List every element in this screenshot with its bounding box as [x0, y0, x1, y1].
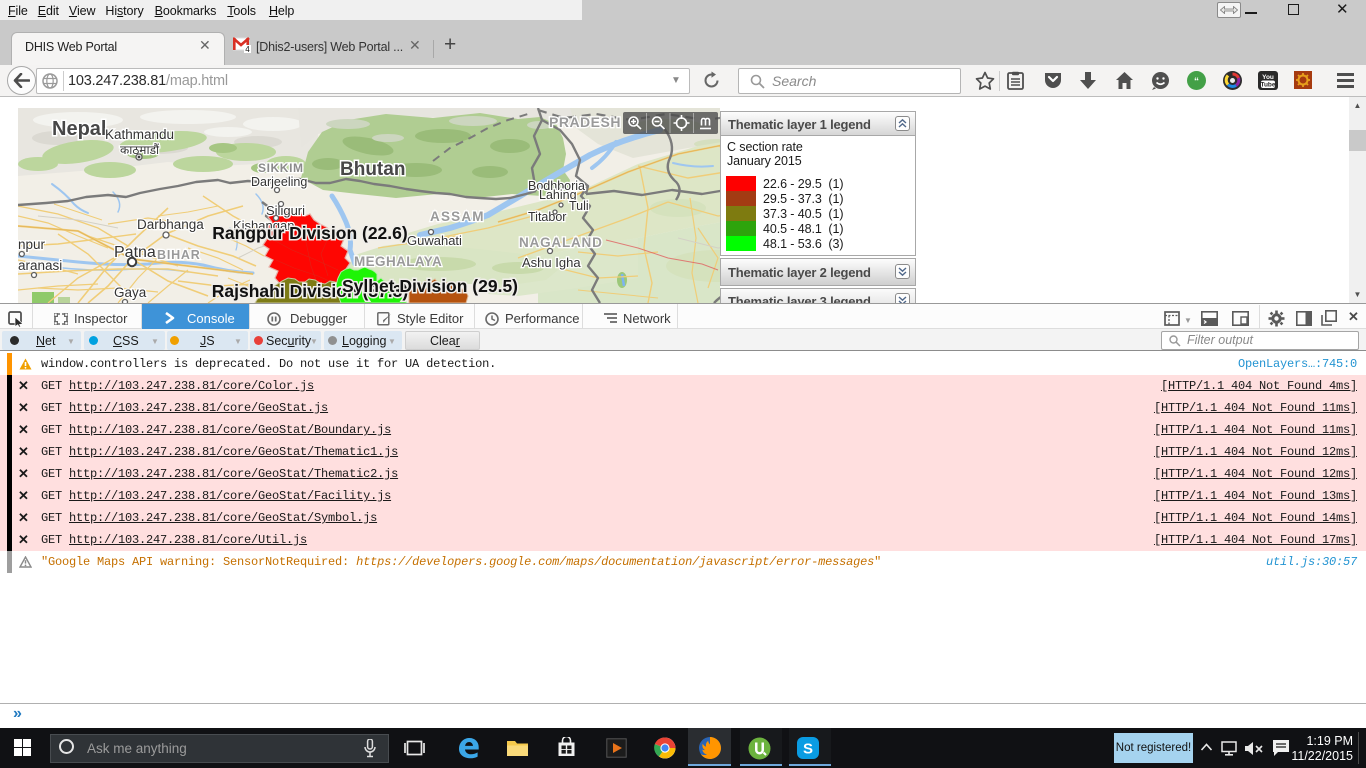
- svg-text:Tube: Tube: [1260, 82, 1275, 89]
- svg-text:NAGALAND: NAGALAND: [519, 235, 603, 250]
- svg-text:Guwahati: Guwahati: [407, 233, 462, 248]
- svg-text:Sylhet Division (29.5): Sylhet Division (29.5): [342, 276, 518, 296]
- svg-text:Darbhanga: Darbhanga: [137, 217, 204, 232]
- svg-text:MEGHALAYA: MEGHALAYA: [354, 254, 442, 269]
- svg-text:aranasi: aranasi: [18, 258, 62, 273]
- svg-text:Gaya: Gaya: [114, 285, 147, 300]
- svg-text:PRADESH: PRADESH: [549, 114, 621, 130]
- svg-text:“: “: [1194, 77, 1199, 88]
- svg-text:Ashu Igha: Ashu Igha: [522, 255, 581, 270]
- svg-text:You: You: [1262, 74, 1274, 81]
- svg-text:ASSAM: ASSAM: [430, 209, 485, 224]
- svg-text:Nepal: Nepal: [52, 118, 106, 140]
- svg-text:Rangpur Division (22.6): Rangpur Division (22.6): [212, 223, 407, 243]
- svg-text:Kathmandu: Kathmandu: [105, 127, 174, 142]
- svg-text:Darjeeling: Darjeeling: [251, 175, 307, 189]
- svg-text:S: S: [803, 741, 813, 758]
- svg-text:Tuli: Tuli: [569, 199, 589, 213]
- svg-text:npur: npur: [18, 237, 46, 252]
- svg-text:BIHAR: BIHAR: [157, 248, 201, 262]
- svg-text:Titabor: Titabor: [528, 210, 566, 224]
- svg-text:Siliguri: Siliguri: [266, 203, 305, 218]
- svg-text:Bhutan: Bhutan: [340, 159, 405, 180]
- svg-text:4: 4: [245, 45, 250, 53]
- svg-text:SIKKIM: SIKKIM: [258, 161, 304, 175]
